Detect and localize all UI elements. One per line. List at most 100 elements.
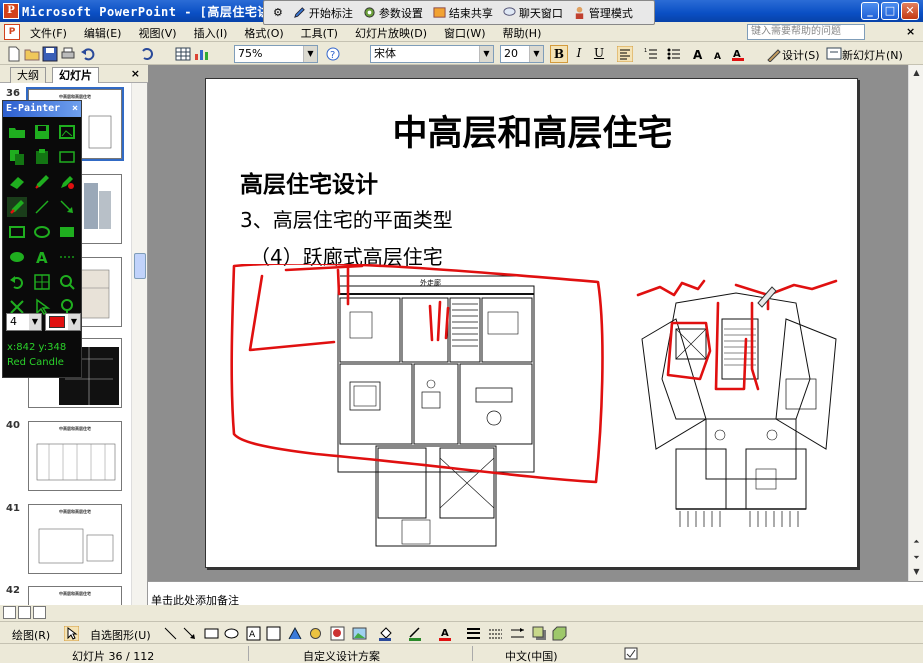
print-icon[interactable] [60,46,76,62]
bold-button[interactable]: B [550,45,568,63]
pen-color-select[interactable]: ▼ [45,313,81,331]
clipart-icon[interactable] [330,626,345,641]
save-icon[interactable] [32,122,52,142]
thumbnail-image[interactable]: 中高层和高层住宅 [28,421,122,491]
share-toolbar-grip[interactable]: ⚙ [270,6,286,19]
tab-slides[interactable]: 幻灯片 [52,67,99,83]
line-color-icon[interactable] [408,626,423,641]
open-folder-icon[interactable] [7,122,27,142]
close-pane-button[interactable]: × [131,67,140,80]
chevron-down-icon[interactable]: ▼ [303,46,317,62]
font-color-icon[interactable]: A [438,626,453,641]
slide-thumb-42[interactable]: 42 中高层和高层住宅 [0,583,132,605]
close-document-button[interactable]: × [906,25,915,38]
filled-rectangle-icon[interactable] [57,222,77,242]
slide-thumb-40[interactable]: 40 中高层和高层住宅 [0,418,132,498]
document-icon[interactable]: P [4,24,20,40]
zoom-icon[interactable] [57,272,77,292]
open-folder-icon[interactable] [24,46,40,62]
menu-tools[interactable]: 工具(T) [299,25,340,41]
autoshapes-button[interactable]: 自选图形(U) [90,627,151,643]
scroll-down-icon[interactable]: ▼ [910,565,923,578]
ellipse-icon[interactable] [32,222,52,242]
previous-slide-icon[interactable]: ⏶ [910,535,923,548]
paste-icon[interactable] [32,147,52,167]
chevron-down-icon[interactable]: ▼ [29,314,41,330]
tab-outline[interactable]: 大纲 [10,67,46,83]
chevron-down-icon[interactable]: ▼ [68,314,80,330]
menu-slideshow[interactable]: 幻灯片放映(D) [353,25,429,41]
pen-width-select[interactable]: 4 ▼ [6,313,42,331]
decrease-font-icon[interactable]: A [712,46,728,62]
font-size-select[interactable]: 20 ▼ [500,45,544,63]
slide-thumb-41[interactable]: 41 中高层和高层住宅 [0,501,132,581]
minimize-button[interactable]: _ [861,2,879,20]
maximize-button[interactable]: □ [881,2,899,20]
highlighter-icon[interactable] [7,197,27,217]
grid-icon[interactable] [32,272,52,292]
undo-icon[interactable] [80,46,96,62]
help-search-input[interactable]: 键入需要帮助的问题 [747,24,865,40]
slide-heading[interactable]: 高层住宅设计 [240,165,378,199]
close-button[interactable]: ✕ [901,2,919,20]
thumbnail-image[interactable]: 中高层和高层住宅 [28,586,122,605]
design-button[interactable]: 设计(S) [782,47,820,63]
dash-style-icon[interactable] [488,626,503,641]
numbering-icon[interactable]: 1 [643,46,659,62]
3d-style-icon[interactable] [552,626,567,641]
thumbnail-image[interactable]: 中高层和高层住宅 [28,504,122,574]
menu-view[interactable]: 视图(V) [136,25,178,41]
filled-ellipse-icon[interactable] [7,247,27,267]
slide-sorter-view-icon[interactable] [18,606,31,619]
vertical-textbox-icon[interactable] [266,626,281,641]
powerpoint-icon[interactable]: P [3,3,19,19]
undo-arrow-icon[interactable] [138,46,154,62]
new-slide-icon[interactable] [826,46,842,62]
menu-window[interactable]: 窗口(W) [442,25,487,41]
undo-icon[interactable] [7,272,27,292]
fill-color-icon[interactable] [378,626,393,641]
marker-icon[interactable] [57,172,77,192]
normal-view-icon[interactable] [3,606,16,619]
italic-button[interactable]: I [570,45,588,63]
admin-mode-button[interactable]: 管理模式 [570,5,636,21]
new-file-icon[interactable] [6,46,22,62]
slide-text-line-1[interactable]: 3、高层住宅的平面类型 [240,204,453,233]
notes-placeholder[interactable]: 单击此处添加备注 [151,592,239,608]
slide-title[interactable]: 中高层和高层住宅 [206,105,857,156]
stop-share-button[interactable]: 结束共享 [430,5,496,21]
diagram-icon[interactable] [308,626,323,641]
arrow-icon[interactable] [57,197,77,217]
rectangle-icon[interactable] [7,222,27,242]
menu-format[interactable]: 格式(O) [242,25,285,41]
scrollbar-thumb[interactable] [134,253,146,279]
scroll-up-icon[interactable]: ▲ [910,66,923,79]
current-slide[interactable]: 中高层和高层住宅 高层住宅设计 3、高层住宅的平面类型 （4）跃廊式高层住宅 外… [205,78,858,568]
epainter-close-button[interactable]: × [72,101,78,116]
arrow-style-icon[interactable] [510,626,525,641]
chevron-down-icon[interactable]: ▼ [529,46,543,62]
chat-window-button[interactable]: 聊天窗口 [500,5,566,21]
underline-button[interactable]: U [590,45,608,63]
text-icon[interactable]: A [32,247,52,267]
menu-insert[interactable]: 插入(I) [192,25,230,41]
bullets-icon[interactable] [666,46,682,62]
design-icon[interactable] [766,46,782,62]
insert-chart-icon[interactable] [193,46,209,62]
rectangle-icon[interactable] [204,626,219,641]
ellipse-icon[interactable] [224,626,239,641]
start-annotation-button[interactable]: 开始标注 [290,5,356,21]
insert-picture-icon[interactable] [352,626,367,641]
line-icon[interactable] [163,626,178,641]
zoom-select[interactable]: 75% ▼ [234,45,318,63]
align-left-icon[interactable] [617,46,633,62]
next-slide-icon[interactable]: ⏷ [910,551,923,564]
slide-scrollbar[interactable]: ▲ ⏶ ⏷ ▼ [908,65,923,581]
font-color-icon[interactable]: A [730,46,746,62]
arrow-icon[interactable] [182,626,197,641]
menu-file[interactable]: 文件(F) [28,25,69,41]
settings-button[interactable]: 参数设置 [360,5,426,21]
help-icon[interactable]: ? [325,46,341,62]
save-icon[interactable] [42,46,58,62]
notes-pane[interactable]: 单击此处添加备注 [148,581,923,608]
